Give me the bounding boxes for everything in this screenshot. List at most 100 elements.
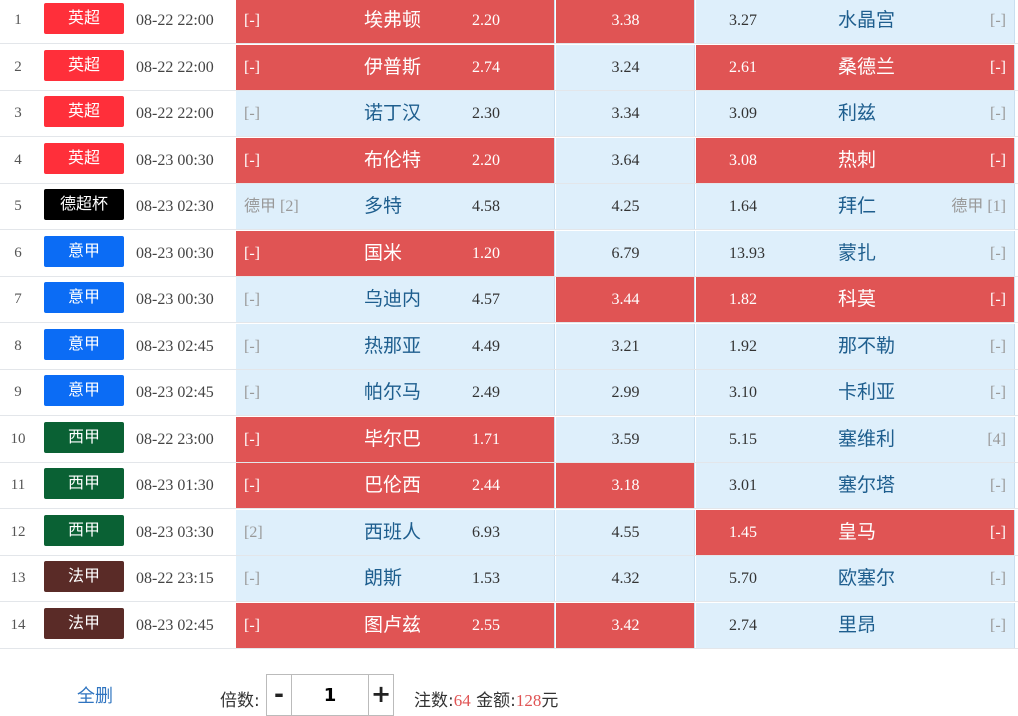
draw-option[interactable]: 3.34 xyxy=(556,91,695,136)
bets-count: 64 xyxy=(453,691,471,710)
home-rank: [-] xyxy=(244,431,260,448)
odd-draw: 3.24 xyxy=(611,59,640,76)
away-win-option[interactable]: 2.74 里昂 [-] xyxy=(696,603,1015,648)
home-team: 伊普斯 xyxy=(364,56,422,78)
odd-win: 4.49 xyxy=(472,338,500,355)
plus-button[interactable]: + xyxy=(368,675,393,715)
home-win-option[interactable]: [-] 国米 1.20 xyxy=(236,231,555,276)
odd-win: 2.74 xyxy=(472,59,500,76)
odd-draw: 3.18 xyxy=(611,477,640,494)
match-number: 6 xyxy=(14,245,22,261)
home-win-option[interactable]: [-] 诺丁汉 2.30 xyxy=(236,91,555,136)
odd-lose: 13.93 xyxy=(729,245,765,262)
draw-option[interactable]: 3.18 xyxy=(556,463,695,508)
multiplier-stepper: - + xyxy=(266,674,394,716)
league-badge: 德超杯 xyxy=(44,189,124,220)
home-win-option[interactable]: [2] 西班人 6.93 xyxy=(236,510,555,555)
league-badge: 西甲 xyxy=(44,468,124,499)
draw-option[interactable]: 4.32 xyxy=(556,556,695,601)
away-win-option[interactable]: 5.70 欧塞尔 [-] xyxy=(696,556,1015,601)
draw-option[interactable]: 3.59 xyxy=(556,417,695,462)
away-win-option[interactable]: 1.82 科莫 [-] xyxy=(696,277,1015,322)
bet-footer: 全删 倍数: - + 注数:64 金额:128元 xyxy=(0,652,1018,716)
draw-option[interactable]: 3.38 xyxy=(556,0,695,43)
draw-option[interactable]: 3.24 xyxy=(556,45,695,90)
away-rank: [-] xyxy=(990,59,1006,76)
match-row: 10 西甲 08-22 23:00 [-] 毕尔巴 1.71 3.59 5.15… xyxy=(0,417,1018,463)
clear-all-button[interactable]: 全删 xyxy=(77,682,113,708)
draw-option[interactable]: 4.25 xyxy=(556,184,695,229)
away-team: 皇马 xyxy=(838,521,877,543)
home-win-option[interactable]: [-] 热那亚 4.49 xyxy=(236,324,555,369)
home-win-option[interactable]: [-] 图卢兹 2.55 xyxy=(236,603,555,648)
home-win-option[interactable]: [-] 毕尔巴 1.71 xyxy=(236,417,555,462)
odd-lose: 1.82 xyxy=(729,291,757,308)
away-win-option[interactable]: 3.10 卡利亚 [-] xyxy=(696,370,1015,415)
league-badge: 意甲 xyxy=(44,282,124,313)
draw-option[interactable]: 3.21 xyxy=(556,324,695,369)
draw-option[interactable]: 3.44 xyxy=(556,277,695,322)
home-team: 毕尔巴 xyxy=(364,428,422,450)
draw-option[interactable]: 3.64 xyxy=(556,138,695,183)
away-win-option[interactable]: 5.15 塞维利 [4] xyxy=(696,417,1015,462)
home-win-option[interactable]: [-] 布伦特 2.20 xyxy=(236,138,555,183)
match-number: 14 xyxy=(10,617,26,633)
away-win-option[interactable]: 3.09 利兹 [-] xyxy=(696,91,1015,136)
odd-draw: 4.55 xyxy=(611,524,640,541)
match-time: 08-23 02:45 xyxy=(136,617,214,634)
draw-option[interactable]: 6.79 xyxy=(556,231,695,276)
draw-option[interactable]: 3.42 xyxy=(556,603,695,648)
away-win-option[interactable]: 2.61 桑德兰 [-] xyxy=(696,45,1015,90)
minus-button[interactable]: - xyxy=(267,675,292,715)
away-win-option[interactable]: 3.27 水晶宫 [-] xyxy=(696,0,1015,43)
home-win-option[interactable]: [-] 埃弗顿 2.20 xyxy=(236,0,555,43)
draw-option[interactable]: 2.99 xyxy=(556,370,695,415)
match-number: 2 xyxy=(14,59,22,75)
home-win-option[interactable]: [-] 伊普斯 2.74 xyxy=(236,45,555,90)
away-rank: [-] xyxy=(990,152,1006,169)
home-rank: 德甲 [2] xyxy=(244,198,299,215)
match-time: 08-22 22:00 xyxy=(136,105,214,122)
away-win-option[interactable]: 1.92 那不勒 [-] xyxy=(696,324,1015,369)
away-team: 塞尔塔 xyxy=(838,474,896,496)
away-rank: [4] xyxy=(987,431,1006,448)
away-rank: [-] xyxy=(990,477,1006,494)
odd-lose: 3.27 xyxy=(729,12,757,29)
away-win-option[interactable]: 3.08 热刺 [-] xyxy=(696,138,1015,183)
home-rank: [-] xyxy=(244,477,260,494)
home-team: 多特 xyxy=(364,195,403,217)
away-rank: [-] xyxy=(990,338,1006,355)
away-team: 欧塞尔 xyxy=(838,567,896,589)
match-row: 7 意甲 08-23 00:30 [-] 乌迪内 4.57 3.44 1.82 … xyxy=(0,277,1018,323)
odd-lose: 1.92 xyxy=(729,338,757,355)
away-win-option[interactable]: 13.93 蒙扎 [-] xyxy=(696,231,1015,276)
odd-win: 1.53 xyxy=(472,570,500,587)
home-rank: [-] xyxy=(244,617,260,634)
away-win-option[interactable]: 1.64 拜仁 德甲 [1] xyxy=(696,184,1015,229)
multiplier-input[interactable] xyxy=(292,675,368,715)
away-team: 桑德兰 xyxy=(838,56,896,78)
home-win-option[interactable]: [-] 乌迪内 4.57 xyxy=(236,277,555,322)
odd-draw: 3.34 xyxy=(611,105,640,122)
odd-lose: 1.45 xyxy=(729,524,757,541)
home-win-option[interactable]: [-] 朗斯 1.53 xyxy=(236,556,555,601)
league-badge: 西甲 xyxy=(44,422,124,453)
away-win-option[interactable]: 1.45 皇马 [-] xyxy=(696,510,1015,555)
home-win-option[interactable]: [-] 帕尔马 2.49 xyxy=(236,370,555,415)
home-rank: [-] xyxy=(244,338,260,355)
away-team: 蒙扎 xyxy=(838,242,877,264)
home-win-option[interactable]: 德甲 [2] 多特 4.58 xyxy=(236,184,555,229)
home-win-option[interactable]: [-] 巴伦西 2.44 xyxy=(236,463,555,508)
match-time: 08-23 02:45 xyxy=(136,338,214,355)
away-rank: [-] xyxy=(990,524,1006,541)
match-row: 5 德超杯 08-23 02:30 德甲 [2] 多特 4.58 4.25 1.… xyxy=(0,184,1018,230)
match-time: 08-22 22:00 xyxy=(136,59,214,76)
match-number: 7 xyxy=(14,291,22,307)
odd-draw: 3.38 xyxy=(611,12,640,29)
match-number: 11 xyxy=(10,477,26,493)
draw-option[interactable]: 4.55 xyxy=(556,510,695,555)
odd-win: 2.55 xyxy=(472,617,500,634)
match-time: 08-23 00:30 xyxy=(136,245,214,262)
away-win-option[interactable]: 3.01 塞尔塔 [-] xyxy=(696,463,1015,508)
odd-draw: 3.64 xyxy=(611,152,640,169)
